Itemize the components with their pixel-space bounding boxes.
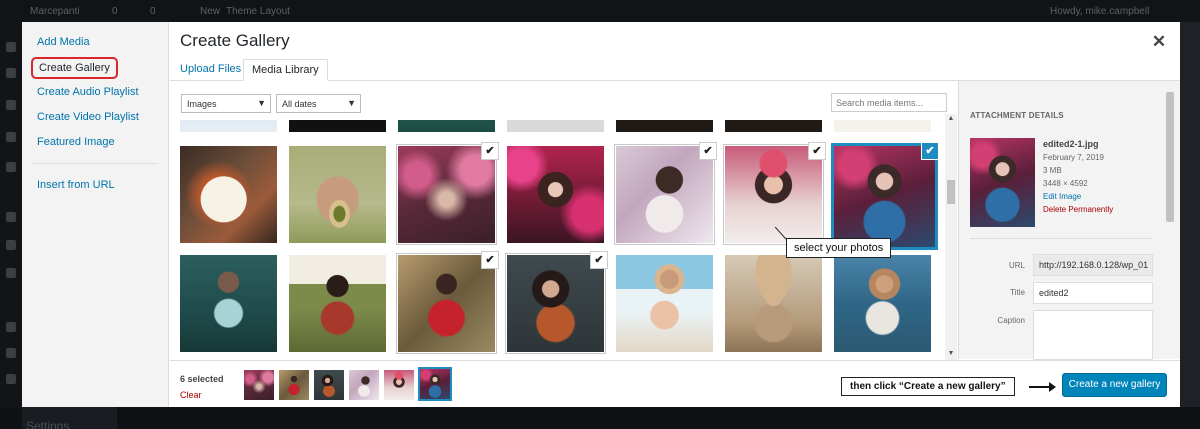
check-icon[interactable]: ✔ xyxy=(481,142,499,160)
media-thumb[interactable] xyxy=(616,255,713,352)
close-icon[interactable]: ✕ xyxy=(1150,33,1168,51)
media-thumb-selected[interactable]: ✔ xyxy=(396,142,499,245)
url-field[interactable]: http://192.168.0.128/wp_01 xyxy=(1033,254,1153,276)
admin-bar: Marcepanti 0 0 New Theme Layout Howdy, m… xyxy=(0,0,1200,22)
search-placeholder: Search media items... xyxy=(836,98,924,108)
media-thumb[interactable] xyxy=(180,255,277,352)
media-thumb-selected[interactable]: ✔ xyxy=(396,251,499,354)
menu-insert-from-url[interactable]: Insert from URL xyxy=(37,179,115,191)
arrowhead-icon xyxy=(1049,382,1056,392)
media-thumb[interactable] xyxy=(507,120,604,132)
media-thumb[interactable] xyxy=(180,120,277,132)
menu-add-media[interactable]: Add Media xyxy=(37,36,90,48)
grid-scrollbar[interactable]: ▲ ▼ xyxy=(945,114,957,362)
media-menu xyxy=(22,22,169,407)
search-input[interactable]: Search media items... xyxy=(831,93,947,112)
media-thumb[interactable] xyxy=(289,146,386,243)
select-photos-callout: select your photos xyxy=(786,238,892,258)
adminbar-new[interactable]: New xyxy=(200,6,220,17)
create-gallery-callout: then click “Create a new gallery” xyxy=(841,377,1015,396)
admin-bottom: Settings xyxy=(0,407,1200,429)
scrollbar-thumb[interactable] xyxy=(947,180,955,204)
media-thumb[interactable] xyxy=(398,120,495,132)
caption-field[interactable] xyxy=(1033,310,1153,360)
edit-image-link[interactable]: Edit Image xyxy=(1043,192,1081,201)
menu-create-gallery[interactable]: Create Gallery xyxy=(31,57,118,79)
create-new-gallery-button[interactable]: Create a new gallery xyxy=(1062,373,1167,397)
media-thumb[interactable] xyxy=(834,120,931,132)
media-thumb[interactable] xyxy=(180,146,277,243)
menu-featured-image[interactable]: Featured Image xyxy=(37,136,115,148)
media-type-select[interactable]: Images ▼ xyxy=(181,94,271,113)
selection-thumb[interactable] xyxy=(384,370,414,400)
attachment-details-heading: ATTACHMENT DETAILS xyxy=(970,111,1064,120)
media-thumb[interactable] xyxy=(725,120,822,132)
attachment-filename: edited2-1.jpg xyxy=(1043,139,1099,149)
media-thumb-selected[interactable]: ✔ xyxy=(614,142,717,245)
settings-menu-item[interactable]: Settings xyxy=(26,419,69,429)
media-thumb[interactable] xyxy=(616,120,713,132)
media-type-value: Images xyxy=(187,99,217,109)
adminbar-user[interactable]: Howdy, mike.campbell xyxy=(1050,6,1149,17)
adminbar-theme[interactable]: Theme Layout xyxy=(226,6,290,17)
media-thumb-selected[interactable]: ✔ xyxy=(505,251,608,354)
adminbar-site[interactable]: Marcepanti xyxy=(30,6,79,17)
url-label: URL xyxy=(1008,261,1025,270)
media-thumb[interactable] xyxy=(834,255,931,352)
media-thumb[interactable] xyxy=(725,255,822,352)
admin-content-edge xyxy=(1180,22,1200,407)
menu-create-video-playlist[interactable]: Create Video Playlist xyxy=(37,111,139,123)
menu-separator xyxy=(32,163,157,164)
chevron-down-icon: ▼ xyxy=(257,98,266,108)
adminbar-comments[interactable]: 0 xyxy=(150,6,156,17)
media-thumb-selected[interactable]: ✔ xyxy=(723,142,826,245)
check-icon[interactable]: ✔ xyxy=(590,251,608,269)
selection-thumb-active[interactable] xyxy=(418,367,452,401)
scroll-up-icon[interactable]: ▲ xyxy=(945,115,957,122)
selection-thumb[interactable] xyxy=(244,370,274,400)
title-field[interactable]: edited2 xyxy=(1033,282,1153,304)
admin-side-menu xyxy=(0,22,22,429)
chevron-down-icon: ▼ xyxy=(347,98,356,108)
media-thumb[interactable] xyxy=(289,255,386,352)
selection-thumb[interactable] xyxy=(349,370,379,400)
clear-selection-link[interactable]: Clear xyxy=(180,390,202,400)
selection-thumb[interactable] xyxy=(279,370,309,400)
sidebar-scrollbar[interactable] xyxy=(1166,92,1174,222)
check-icon[interactable]: ✔ xyxy=(921,142,939,160)
media-thumb-focused[interactable]: ✔ xyxy=(831,142,939,250)
adminbar-updates[interactable]: 0 xyxy=(112,6,118,17)
title-label: Title xyxy=(1010,288,1025,297)
attachment-date: February 7, 2019 xyxy=(1043,153,1104,162)
media-thumb[interactable] xyxy=(507,146,604,243)
media-thumb[interactable] xyxy=(289,120,386,132)
attachment-dimensions: 3448 × 4592 xyxy=(1043,179,1088,188)
menu-create-audio-playlist[interactable]: Create Audio Playlist xyxy=(37,86,139,98)
tab-upload-files[interactable]: Upload Files xyxy=(172,59,249,81)
caption-label: Caption xyxy=(997,316,1025,325)
date-filter-select[interactable]: All dates ▼ xyxy=(276,94,361,113)
attachment-preview xyxy=(970,138,1035,227)
page-title: Create Gallery xyxy=(180,31,290,50)
check-icon[interactable]: ✔ xyxy=(808,142,826,160)
scroll-down-icon[interactable]: ▼ xyxy=(945,350,957,357)
selection-thumb[interactable] xyxy=(314,370,344,400)
tab-media-library[interactable]: Media Library xyxy=(243,59,328,81)
date-filter-value: All dates xyxy=(282,99,317,109)
selection-count: 6 selected xyxy=(180,374,224,384)
delete-permanently-link[interactable]: Delete Permanently xyxy=(1043,205,1113,214)
details-separator xyxy=(970,238,1152,239)
check-icon[interactable]: ✔ xyxy=(481,251,499,269)
attachment-size: 3 MB xyxy=(1043,166,1062,175)
check-icon[interactable]: ✔ xyxy=(699,142,717,160)
